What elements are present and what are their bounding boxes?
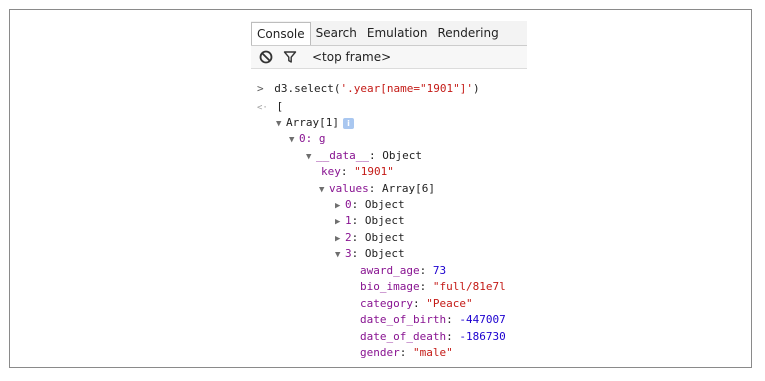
- prop-name: category: [360, 297, 413, 310]
- triangle-right-icon[interactable]: ▶: [335, 214, 345, 230]
- prop-value: "Peace": [426, 297, 473, 310]
- prop-name: date_of_death: [360, 330, 447, 343]
- triangle-right-icon[interactable]: ▶: [335, 198, 345, 214]
- entry-value: Object: [364, 214, 405, 227]
- key-name: key: [321, 165, 341, 178]
- data-key: __data__: [316, 149, 369, 162]
- prop-date-of-death: date_of_death: -186730: [360, 330, 506, 343]
- tree-node-entry3[interactable]: ▼ 3: Object: [335, 246, 405, 262]
- prop-award-age: award_age: 73: [360, 264, 447, 277]
- triangle-right-icon[interactable]: ▶: [335, 231, 345, 247]
- input-prefix: d3.select(: [274, 82, 341, 95]
- entry-index: 3: [345, 247, 352, 260]
- prop-name: date_of_birth: [360, 313, 447, 326]
- console-toolbar: <top frame>: [251, 46, 527, 69]
- info-icon[interactable]: i: [342, 117, 354, 129]
- tab-search[interactable]: Search: [311, 22, 362, 45]
- entry-index: 2: [345, 231, 352, 244]
- triangle-down-icon[interactable]: ▼: [289, 132, 299, 148]
- tree-node-entry0[interactable]: ▶ 0: Object: [335, 197, 405, 213]
- entry-value: Object: [364, 247, 405, 260]
- prompt-chevron: >: [257, 82, 264, 95]
- frame-selector[interactable]: <top frame>: [312, 49, 391, 65]
- triangle-down-icon[interactable]: ▼: [306, 149, 316, 165]
- result-glyph: <·: [257, 103, 268, 113]
- tree-node-array[interactable]: ▼ Array[1] i: [276, 115, 354, 131]
- tree-node-item0[interactable]: ▼ 0: g: [289, 131, 326, 147]
- tab-console[interactable]: Console: [251, 22, 311, 45]
- entry-index: 1: [345, 214, 352, 227]
- prop-value: -447007: [459, 313, 506, 326]
- prop-value: "male": [413, 346, 453, 359]
- console-input-line: > d3.select('.year[name="1901"]'): [257, 81, 480, 97]
- tab-emulation[interactable]: Emulation: [362, 22, 433, 45]
- key-value: "1901": [354, 165, 394, 178]
- triangle-down-icon[interactable]: ▼: [335, 247, 345, 263]
- data-value: Object: [382, 149, 422, 162]
- prop-date-of-birth: date_of_birth: -447007: [360, 313, 506, 326]
- item0-value: g: [318, 132, 326, 145]
- prop-name: gender: [360, 346, 400, 359]
- prop-value: 73: [432, 264, 447, 277]
- tree-node-values[interactable]: ▼ values: Array[6]: [319, 181, 435, 197]
- tree-node-entry1[interactable]: ▶ 1: Object: [335, 213, 405, 229]
- console-result-line: <· [: [257, 99, 283, 115]
- item0-key: 0: [299, 132, 306, 145]
- funnel-icon[interactable]: [282, 49, 298, 65]
- triangle-down-icon[interactable]: ▼: [319, 182, 329, 198]
- devtools-tab-bar: Console Search Emulation Rendering: [251, 21, 527, 46]
- tree-node-entry2[interactable]: ▶ 2: Object: [335, 230, 405, 246]
- prop-value: "full/81e7l: [432, 280, 506, 293]
- entry-value: Object: [364, 231, 405, 244]
- values-value: Array[6]: [382, 182, 435, 195]
- prop-name: award_age: [360, 264, 420, 277]
- prop-gender: gender: "male": [360, 346, 453, 359]
- prop-name: bio_image: [360, 280, 420, 293]
- tab-rendering[interactable]: Rendering: [432, 22, 503, 45]
- entry-value: Object: [364, 198, 405, 211]
- devtools-panel: Console Search Emulation Rendering <top …: [251, 21, 527, 367]
- console-output: > d3.select('.year[name="1901"]') <· [ ▼…: [251, 69, 527, 367]
- prop-key: key: "1901": [321, 165, 394, 178]
- values-name: values: [329, 182, 369, 195]
- prop-value: -186730: [459, 330, 506, 343]
- prop-bio-image: bio_image: "full/81e7l: [360, 280, 506, 293]
- triangle-down-icon[interactable]: ▼: [276, 116, 286, 132]
- no-entry-icon[interactable]: [258, 49, 274, 65]
- array-label: Array[1]: [286, 116, 339, 129]
- tree-node-data[interactable]: ▼ __data__: Object: [306, 148, 422, 164]
- prop-category: category: "Peace": [360, 297, 473, 310]
- input-suffix: ): [472, 82, 480, 95]
- entry-index: 0: [345, 198, 352, 211]
- result-open-bracket: [: [276, 100, 284, 113]
- input-selector-string: '.year[name="1901"]': [340, 82, 473, 95]
